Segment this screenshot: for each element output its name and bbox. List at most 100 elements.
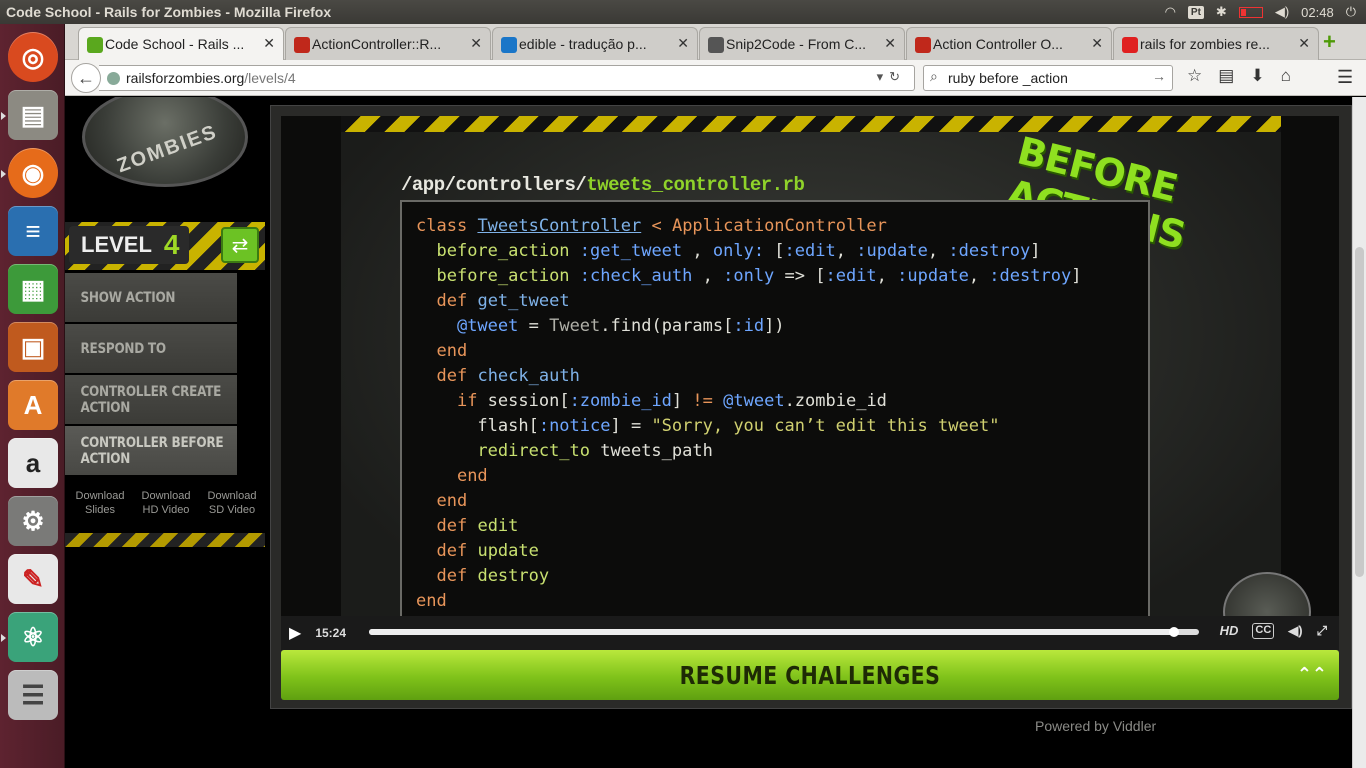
- tab-title: rails for zombies re...: [1140, 36, 1270, 52]
- favicon-icon: [1122, 37, 1138, 53]
- volume-icon[interactable]: ◀): [1275, 4, 1289, 20]
- favicon-icon: [87, 37, 103, 53]
- close-icon[interactable]: ✕: [1091, 35, 1103, 52]
- search-input[interactable]: ⌕ ruby before _action →: [923, 65, 1173, 91]
- file-path: /app/controllers/tweets_controller.rb: [401, 174, 805, 196]
- fullscreen-icon[interactable]: ⤢: [1317, 623, 1327, 639]
- rails-for-zombies-logo[interactable]: ZOMBIES: [82, 97, 248, 187]
- tab-strip: Code School - Rails ... ✕ ActionControll…: [65, 24, 1366, 60]
- level-header: LEVEL 4 ⇄: [65, 222, 265, 270]
- software-center-icon[interactable]: A: [8, 380, 58, 430]
- close-icon[interactable]: ✕: [1298, 35, 1310, 52]
- level-label: LEVEL: [81, 232, 152, 257]
- volume-icon[interactable]: ◀): [1288, 623, 1302, 639]
- files-icon[interactable]: ▤: [8, 90, 58, 140]
- clock[interactable]: 02:48: [1301, 5, 1334, 20]
- toolbar-icons: ☆ ▤ ⬇ ⌂: [1187, 66, 1291, 86]
- video-control-buttons: HD CC ◀) ⤢: [1220, 623, 1327, 639]
- seek-progress: [369, 629, 1175, 635]
- wifi-icon[interactable]: ◠: [1165, 4, 1176, 20]
- logo-text: ZOMBIES: [114, 120, 221, 178]
- home-icon[interactable]: ⌂: [1281, 66, 1291, 86]
- bluetooth-icon[interactable]: ✱: [1216, 4, 1227, 20]
- powered-by-viddler[interactable]: Powered by Viddler: [1035, 718, 1156, 734]
- resume-challenges-label: RESUME CHALLENGES: [679, 660, 941, 690]
- seek-handle[interactable]: [1169, 627, 1180, 637]
- back-button[interactable]: ←: [71, 63, 101, 93]
- file-path-name: tweets_controller.rb: [586, 174, 805, 196]
- tab-snip2code[interactable]: Snip2Code - From C... ✕: [699, 27, 905, 60]
- tab-title: Code School - Rails ...: [105, 36, 245, 52]
- level-video-menu: SHOW ACTION RESPOND TO CONTROLLER CREATE…: [65, 273, 265, 477]
- running-indicator: [1, 112, 6, 120]
- firefox-icon[interactable]: ◉: [8, 148, 58, 198]
- impress-icon[interactable]: ▣: [8, 322, 58, 372]
- stack-icon[interactable]: ☰: [8, 670, 58, 720]
- scrollbar-thumb[interactable]: [1355, 247, 1364, 577]
- tab-edible[interactable]: edible - tradução p... ✕: [492, 27, 698, 60]
- video-player[interactable]: /app/controllers/tweets_controller.rb BE…: [281, 116, 1339, 636]
- system-tray: ◠ Pt ✱ ◀) 02:48 ⏻: [1165, 0, 1356, 24]
- menu-item-respond-to[interactable]: RESPOND TO: [65, 324, 237, 373]
- search-value: ruby before _action: [948, 70, 1068, 86]
- power-icon[interactable]: ⏻: [1346, 4, 1356, 20]
- url-bar[interactable]: railsforzombies.org/levels/4 ▾↻: [99, 65, 915, 91]
- menu-icon[interactable]: ☰: [1337, 67, 1353, 88]
- window-title: Code School - Rails for Zombies - Mozill…: [6, 4, 332, 20]
- search-go-icon[interactable]: →: [1152, 68, 1166, 84]
- resume-challenges-button[interactable]: RESUME CHALLENGES ⌃⌃: [281, 650, 1339, 700]
- favicon-icon: [501, 37, 517, 53]
- menu-item-controller-create-action[interactable]: CONTROLLER CREATE ACTION: [65, 375, 237, 424]
- close-icon[interactable]: ✕: [263, 35, 275, 52]
- download-hd-video-link[interactable]: Download HD Video: [133, 489, 199, 517]
- video-slide: /app/controllers/tweets_controller.rb BE…: [341, 128, 1311, 636]
- seek-bar[interactable]: [369, 627, 1199, 637]
- menu-item-controller-before-action[interactable]: CONTROLLER BEFORE ACTION: [65, 426, 237, 475]
- hazard-stripe: [341, 116, 1281, 132]
- mountain-icon: ⌃⌃: [1296, 664, 1327, 685]
- download-links: Download Slides Download HD Video Downlo…: [67, 489, 267, 517]
- code-block: class TweetsController < ApplicationCont…: [400, 200, 1150, 636]
- tab-actioncontroller[interactable]: ActionController::R... ✕: [285, 27, 491, 60]
- navigation-toolbar: railsforzombies.org/levels/4 ▾↻ ← ⌕ ruby…: [65, 60, 1366, 96]
- unity-launcher: ◎ ▤ ◉ ≡ ▦ ▣ A a ⚙ ✎ ⚛ ☰: [0, 24, 65, 768]
- calc-icon[interactable]: ▦: [8, 264, 58, 314]
- running-indicator: [1, 170, 6, 178]
- level-number: 4: [163, 229, 180, 260]
- hazard-stripe: [65, 533, 265, 547]
- writer-icon[interactable]: ≡: [8, 206, 58, 256]
- keyboard-layout-indicator[interactable]: Pt: [1187, 5, 1204, 19]
- bookmark-star-icon[interactable]: ☆: [1187, 66, 1202, 86]
- closed-captions-button[interactable]: CC: [1252, 623, 1275, 639]
- download-sd-video-link[interactable]: Download SD Video: [199, 489, 265, 517]
- reload-icon[interactable]: ▾↻: [877, 69, 906, 85]
- favicon-icon: [915, 37, 931, 53]
- tab-title: Action Controller O...: [933, 36, 1063, 52]
- close-icon[interactable]: ✕: [470, 35, 482, 52]
- amazon-icon[interactable]: a: [8, 438, 58, 488]
- page-content: ZOMBIES LEVEL 4 ⇄ SHOW ACTION RESPOND TO…: [65, 97, 1352, 768]
- downloads-icon[interactable]: ⬇: [1250, 66, 1264, 86]
- download-slides-link[interactable]: Download Slides: [67, 489, 133, 517]
- switch-level-button[interactable]: ⇄: [221, 227, 259, 263]
- new-tab-button[interactable]: +: [1323, 29, 1336, 55]
- atom-icon[interactable]: ⚛: [8, 612, 58, 662]
- favicon-icon: [294, 37, 310, 53]
- running-indicator: [1, 634, 6, 642]
- tab-action-controller-overview[interactable]: Action Controller O... ✕: [906, 27, 1112, 60]
- tab-code-school[interactable]: Code School - Rails ... ✕: [78, 27, 284, 60]
- tab-youtube-rails-for-zombies[interactable]: rails for zombies re... ✕: [1113, 27, 1319, 60]
- battery-icon[interactable]: [1238, 6, 1263, 18]
- pdf-icon[interactable]: ✎: [8, 554, 58, 604]
- url-domain: railsforzombies.org: [126, 70, 245, 86]
- hd-toggle-button[interactable]: HD: [1220, 623, 1239, 639]
- ubuntu-dash-icon[interactable]: ◎: [8, 32, 58, 82]
- bookmarks-list-icon[interactable]: ▤: [1218, 66, 1234, 86]
- close-icon[interactable]: ✕: [677, 35, 689, 52]
- globe-icon: [107, 71, 120, 85]
- system-settings-icon[interactable]: ⚙: [8, 496, 58, 546]
- play-icon[interactable]: ▶: [289, 623, 301, 643]
- menu-item-show-action[interactable]: SHOW ACTION: [65, 273, 237, 322]
- close-icon[interactable]: ✕: [884, 35, 896, 52]
- page-scrollbar[interactable]: [1352, 97, 1366, 768]
